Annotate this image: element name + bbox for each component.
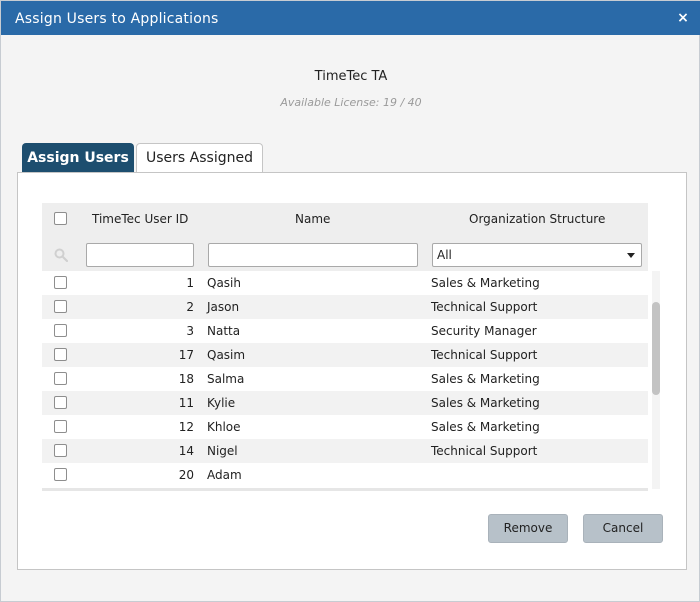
- user-id-cell: 1: [186, 276, 194, 290]
- cancel-button[interactable]: Cancel: [583, 514, 663, 543]
- dialog-titlebar: Assign Users to Applications ×: [1, 1, 700, 35]
- close-icon[interactable]: ×: [675, 10, 691, 26]
- row-checkbox[interactable]: [54, 300, 67, 313]
- tab-users-assigned[interactable]: Users Assigned: [136, 143, 263, 173]
- row-checkbox[interactable]: [54, 468, 67, 481]
- table-row: 11 Kylie Sales & Marketing: [42, 391, 648, 415]
- row-checkbox[interactable]: [54, 324, 67, 337]
- table-header: TimeTec User ID Name Organization Struct…: [42, 203, 648, 271]
- name-cell: Qasim: [207, 348, 246, 362]
- org-filter-value: All: [437, 248, 452, 262]
- user-id-filter-input[interactable]: [86, 243, 194, 267]
- org-cell: Sales & Marketing: [431, 420, 540, 434]
- remove-button[interactable]: Remove: [488, 514, 568, 543]
- org-filter-select[interactable]: All: [432, 243, 642, 267]
- table-row: 14 Nigel Technical Support: [42, 439, 648, 463]
- column-header-name: Name: [295, 212, 331, 226]
- user-id-cell: 3: [186, 324, 194, 338]
- scrollbar-thumb[interactable]: [652, 302, 660, 395]
- org-cell: Sales & Marketing: [431, 372, 540, 386]
- select-all-checkbox[interactable]: [54, 212, 67, 225]
- user-id-cell: 14: [178, 444, 194, 458]
- row-checkbox[interactable]: [54, 444, 67, 457]
- name-cell: Jason: [207, 300, 240, 314]
- tab-panel: TimeTec User ID Name Organization Struct…: [17, 172, 687, 570]
- user-id-cell: 20: [178, 468, 194, 482]
- row-checkbox[interactable]: [54, 396, 67, 409]
- table-row: 17 Qasim Technical Support: [42, 343, 648, 367]
- column-header-org: Organization Structure: [469, 212, 606, 226]
- user-id-cell: 11: [178, 396, 194, 410]
- table-row: 2 Jason Technical Support: [42, 295, 648, 319]
- user-id-cell: 18: [178, 372, 194, 386]
- table-row: 3 Natta Security Manager: [42, 319, 648, 343]
- org-cell: Technical Support: [431, 444, 538, 458]
- user-id-cell: 12: [178, 420, 194, 434]
- name-cell: Kylie: [207, 396, 236, 410]
- row-checkbox[interactable]: [54, 348, 67, 361]
- name-cell: Qasih: [207, 276, 241, 290]
- users-table: TimeTec User ID Name Organization Struct…: [42, 203, 660, 491]
- table-row: 20 Adam: [42, 463, 648, 487]
- available-license: Available License: 19 / 40: [280, 96, 422, 109]
- row-checkbox[interactable]: [54, 276, 67, 289]
- name-filter-input[interactable]: [208, 243, 418, 267]
- table-row: 1 Qasih Sales & Marketing: [42, 271, 648, 295]
- name-cell: Adam: [207, 468, 242, 482]
- org-cell: Sales & Marketing: [431, 396, 540, 410]
- dialog-title: Assign Users to Applications: [15, 11, 219, 27]
- application-name: TimeTec TA: [314, 69, 388, 84]
- org-cell: Technical Support: [431, 300, 538, 314]
- row-checkbox[interactable]: [54, 420, 67, 433]
- org-cell: Sales & Marketing: [431, 276, 540, 290]
- tab-assign-users[interactable]: Assign Users: [22, 143, 134, 173]
- row-checkbox[interactable]: [54, 372, 67, 385]
- table-row: 12 Khloe Sales & Marketing: [42, 415, 648, 439]
- name-cell: Natta: [207, 324, 241, 338]
- horizontal-scrollbar[interactable]: [42, 488, 648, 491]
- search-icon: [54, 248, 68, 262]
- vertical-scrollbar[interactable]: [652, 271, 660, 489]
- user-id-cell: 2: [186, 300, 194, 314]
- org-cell: Security Manager: [431, 324, 537, 338]
- table-body: 1 Qasih Sales & Marketing 2 Jason Techni…: [42, 271, 648, 491]
- name-cell: Nigel: [207, 444, 238, 458]
- name-cell: Khloe: [207, 420, 241, 434]
- org-cell: Technical Support: [431, 348, 538, 362]
- chevron-down-icon: [627, 253, 635, 258]
- table-row: 18 Salma Sales & Marketing: [42, 367, 648, 391]
- assign-users-dialog: Assign Users to Applications × TimeTec T…: [0, 0, 700, 602]
- name-cell: Salma: [207, 372, 245, 386]
- user-id-cell: 17: [178, 348, 194, 362]
- column-header-user-id: TimeTec User ID: [92, 212, 189, 226]
